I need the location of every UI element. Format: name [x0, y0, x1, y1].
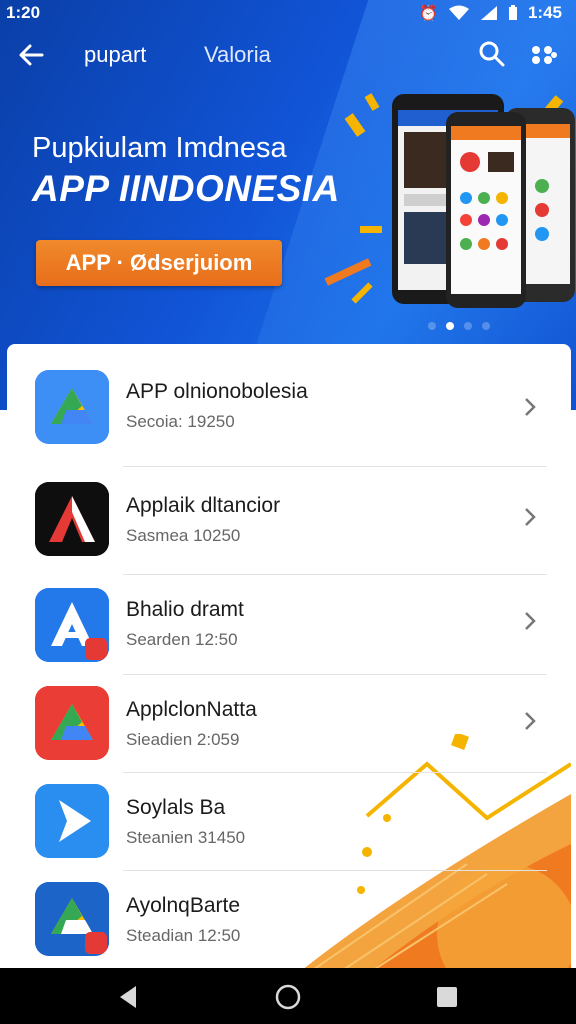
list-item[interactable]: ApplclonNatta Sieadien 2:059 — [7, 682, 571, 782]
hero-title: APP IINDONESIA — [32, 168, 340, 209]
carousel-indicator — [428, 322, 490, 330]
back-arrow-icon[interactable] — [16, 40, 46, 70]
search-icon[interactable] — [478, 40, 506, 68]
carousel-dot-active[interactable] — [446, 322, 454, 330]
status-time: 1:20 — [6, 3, 41, 22]
chevron-right-icon — [525, 712, 536, 730]
letter-a-icon — [35, 482, 109, 556]
more-options-icon[interactable] — [530, 44, 558, 66]
chevron-right-icon — [525, 612, 536, 630]
status-bar: 1:20 ⏰ 1:45 — [0, 0, 576, 26]
chevron-right-icon — [525, 398, 536, 416]
drive-triangle-icon — [35, 686, 109, 760]
toolbar-title: pupart — [84, 42, 147, 67]
app-title: Bhalio dramt — [126, 598, 244, 621]
toolbar-subtitle: Valoria — [204, 42, 271, 67]
divider — [123, 772, 547, 773]
divider — [123, 574, 547, 575]
app-subtitle: Steadian 12:50 — [126, 926, 241, 945]
list-item[interactable]: Soylals Ba Steanien 31450 — [7, 780, 571, 880]
toolbar: pupart Valoria — [0, 34, 576, 78]
status-clock: 1:45 — [527, 3, 562, 22]
app-subtitle: Searden 12:50 — [126, 630, 238, 649]
carousel-dot[interactable] — [482, 322, 490, 330]
nav-recents-icon[interactable] — [436, 986, 458, 1008]
hero-cta-button[interactable]: APP · Ødserjuiom — [36, 240, 282, 286]
app-subtitle: Steanien 31450 — [126, 828, 246, 847]
divider — [123, 674, 547, 675]
list-item[interactable]: APP olnionobolesia Secoia: 19250 — [7, 362, 571, 462]
play-arrow-icon — [35, 784, 109, 858]
nav-home-icon[interactable] — [274, 983, 302, 1011]
list-item[interactable]: Applaik dltancior Sasmea 10250 — [7, 476, 571, 576]
battery-icon — [508, 5, 517, 20]
chevron-right-icon — [525, 508, 536, 526]
phones-illustration — [324, 93, 575, 308]
app-subtitle: Sasmea 10250 — [126, 526, 241, 545]
app-subtitle: Sieadien 2:059 — [126, 730, 240, 749]
letter-a-icon — [35, 588, 109, 662]
signal-icon — [480, 6, 497, 20]
carousel-dot[interactable] — [464, 322, 472, 330]
app-list: APP olnionobolesia Secoia: 19250 Applaik… — [7, 344, 571, 968]
app-title: Applaik dltancior — [126, 494, 281, 517]
carousel-dot[interactable] — [428, 322, 436, 330]
divider — [123, 870, 547, 871]
divider — [123, 466, 547, 467]
app-title: Soylals Ba — [126, 796, 226, 819]
nav-back-icon[interactable] — [116, 984, 142, 1010]
app-title: APP olnionobolesia — [126, 380, 308, 403]
list-item[interactable]: AyolnqBarte Steadian 12:50 — [7, 878, 571, 968]
hero-headline: Pupkiulam Imdnesa — [32, 132, 287, 164]
app-title: ApplclonNatta — [126, 698, 257, 721]
drive-triangle-icon — [35, 882, 109, 956]
drive-triangle-icon — [35, 370, 109, 444]
app-title: AyolnqBarte — [126, 894, 241, 917]
wifi-icon — [448, 5, 469, 20]
app-subtitle: Secoia: 19250 — [126, 412, 235, 431]
alarm-icon: ⏰ — [419, 5, 438, 22]
list-item[interactable]: Bhalio dramt Searden 12:50 — [7, 582, 571, 682]
system-nav-bar — [0, 968, 576, 1024]
